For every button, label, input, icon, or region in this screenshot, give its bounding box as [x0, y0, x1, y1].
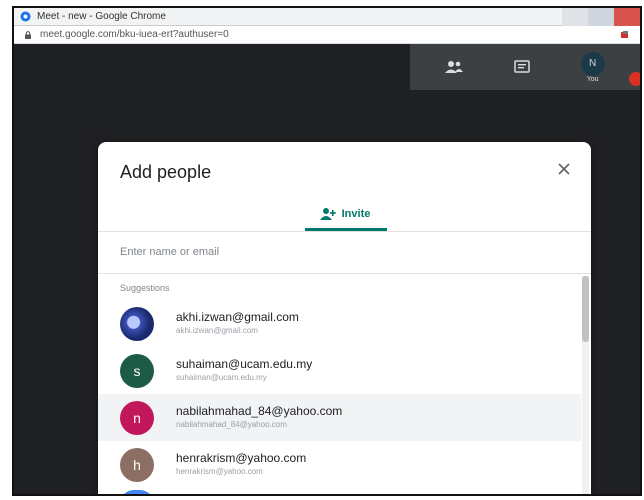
suggestions-label: Suggestions — [120, 283, 170, 293]
contact-initial-avatar: s — [120, 353, 154, 388]
suggestion-item[interactable]: s suhaiman@ucam.edu.my suhaiman@ucam.edu… — [98, 347, 581, 394]
browser-window: Meet - new - Google Chrome meet.google.c… — [12, 6, 642, 496]
contact-photo-avatar — [120, 306, 154, 341]
meet-stage: N You Add people Invite Suggestions — [14, 44, 640, 494]
maximize-button[interactable] — [588, 8, 614, 26]
close-icon — [558, 163, 570, 175]
self-label: You — [586, 75, 599, 83]
chat-button[interactable] — [514, 60, 530, 74]
tab-invite[interactable]: Invite — [98, 198, 591, 230]
self-avatar: N — [580, 51, 605, 76]
contact-email: nabilahmahad_84@yahoo.com — [176, 420, 287, 429]
add-person-icon — [319, 207, 337, 221]
contact-name: suhaiman@ucam.edu.my — [176, 357, 313, 371]
self-view-button[interactable]: N You — [580, 51, 605, 83]
contact-name: henrakrism@yahoo.com — [176, 451, 307, 465]
suggestion-item[interactable]: n nabilahmahad_84@yahoo.com nabilahmahad… — [98, 394, 581, 441]
suggestion-item[interactable]: h henrakrism@yahoo.com henrakrism@yahoo.… — [98, 441, 581, 488]
contact-avatar-partial — [120, 490, 154, 494]
close-dialog-button[interactable] — [555, 160, 573, 178]
suggestion-item[interactable]: akhi.izwan@gmail.com akhi.izwan@gmail.co… — [98, 300, 581, 347]
people-icon — [445, 61, 464, 73]
address-bar[interactable]: meet.google.com/bku-iuea-ert?authuser=0 — [14, 26, 640, 44]
divider — [98, 231, 591, 232]
contact-initial-avatar: n — [120, 400, 154, 435]
lock-icon — [24, 30, 32, 39]
window-controls — [562, 8, 640, 26]
contact-initial-avatar: h — [120, 447, 154, 482]
divider — [98, 273, 591, 274]
suggestions-list: akhi.izwan@gmail.com akhi.izwan@gmail.co… — [98, 300, 581, 488]
contact-email: suhaiman@ucam.edu.my — [176, 373, 267, 382]
name-email-input[interactable] — [120, 240, 569, 264]
close-window-button[interactable] — [614, 8, 640, 26]
contact-email: akhi.izwan@gmail.com — [176, 326, 258, 335]
meet-favicon-icon — [20, 11, 31, 22]
list-scrollbar[interactable] — [582, 276, 589, 494]
contact-name: nabilahmahad_84@yahoo.com — [176, 404, 343, 418]
dialog-title: Add people — [120, 162, 212, 182]
window-title: Meet - new - Google Chrome — [37, 11, 166, 22]
add-people-dialog: Add people Invite Suggestions akhi.izw — [98, 142, 591, 494]
contact-email: henrakrism@yahoo.com — [176, 467, 263, 476]
window-titlebar: Meet - new - Google Chrome — [14, 8, 640, 26]
participants-button[interactable] — [445, 60, 464, 74]
scrollbar-thumb[interactable] — [582, 276, 589, 342]
meet-top-toolbar: N You — [410, 44, 640, 90]
record-indicator — [629, 72, 640, 86]
extension-icon[interactable] — [620, 30, 630, 40]
minimize-button[interactable] — [562, 8, 588, 26]
url-text: meet.google.com/bku-iuea-ert?authuser=0 — [40, 29, 229, 40]
contact-name: akhi.izwan@gmail.com — [176, 310, 299, 324]
tab-invite-label: Invite — [341, 208, 371, 220]
chat-icon — [514, 60, 530, 73]
